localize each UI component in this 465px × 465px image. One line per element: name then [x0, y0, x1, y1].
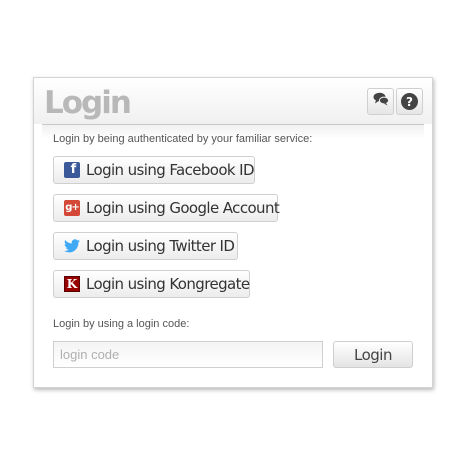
- kongregate-icon: K: [64, 276, 80, 292]
- panel-header: Login ?: [34, 78, 432, 124]
- help-button[interactable]: ?: [396, 88, 423, 115]
- page-title: Login: [44, 85, 132, 121]
- login-panel: Login ? Login by being authenticated by …: [33, 77, 433, 388]
- question-icon: ?: [401, 93, 418, 110]
- login-code-input[interactable]: [53, 341, 323, 368]
- facebook-login-button[interactable]: f Login using Facebook ID: [53, 156, 255, 184]
- google-login-button[interactable]: g+ Login using Google Account: [53, 194, 280, 222]
- facebook-icon: f: [64, 162, 80, 178]
- code-section-label: Login by using a login code:: [53, 318, 190, 330]
- kongregate-login-button[interactable]: K Login using Kongregate: [53, 270, 250, 298]
- login-submit-button[interactable]: Login: [333, 341, 413, 368]
- google-plus-icon: g+: [64, 200, 80, 216]
- service-section-label: Login by being authenticated by your fam…: [53, 133, 313, 145]
- twitter-login-label: Login using Twitter ID: [86, 237, 235, 255]
- question-glyph: ?: [406, 94, 413, 109]
- google-login-label: Login using Google Account: [86, 199, 280, 217]
- twitter-icon: [64, 238, 80, 254]
- facebook-login-label: Login using Facebook ID: [86, 161, 255, 179]
- chat-button[interactable]: [367, 88, 394, 115]
- kongregate-login-label: Login using Kongregate: [86, 275, 250, 293]
- twitter-login-button[interactable]: Login using Twitter ID: [53, 232, 238, 260]
- chat-bubbles-icon: [373, 92, 389, 111]
